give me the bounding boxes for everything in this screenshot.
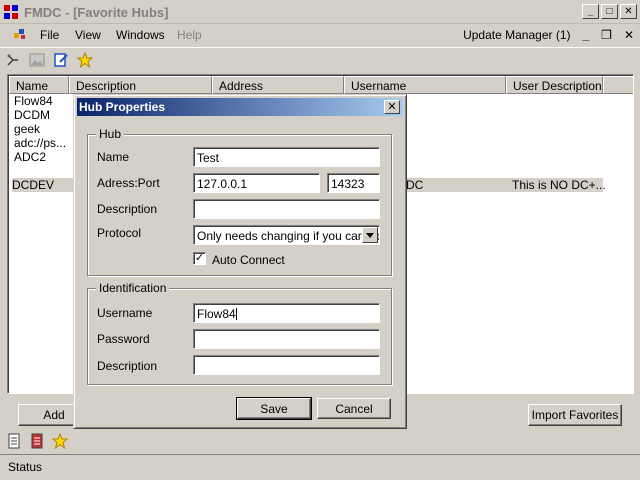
hub-user-description: This is NO DC+... [512,178,606,192]
hubs-tool-button[interactable] [4,51,22,69]
hub-name: DCDEV [12,178,55,192]
menu-windows[interactable]: Windows [116,28,165,42]
edit-document-icon [54,53,68,67]
column-user-description[interactable]: User Description [506,76,603,94]
name-field[interactable]: Test [193,147,380,167]
close-icon: ✕ [387,100,397,113]
check-mark-icon: ✓ [194,252,205,264]
port-field[interactable]: 14323 [327,173,380,193]
identification-description-label: Description [97,359,158,373]
column-description[interactable]: Description [69,76,212,94]
mdi-controls: Update Manager (1) _ ❐ ✕ [463,28,634,42]
protocol-dropdown-button[interactable] [362,227,378,243]
dialog-title: Hub Properties [79,100,166,114]
maximize-icon: □ [606,5,613,17]
red-document-icon[interactable] [29,433,45,449]
hub-icon [7,54,18,66]
update-manager-menu[interactable]: Update Manager (1) [463,28,570,42]
maximize-button[interactable]: □ [601,4,618,19]
window-title: FMDC - [Favorite Hubs] [24,5,169,20]
name-label: Name [97,150,130,164]
hub-group-label: Hub [96,127,125,141]
edit-tool-button[interactable] [52,51,70,69]
protocol-value: Only needs changing if you cant log [197,229,380,243]
hub-name: ADC2 [14,150,47,164]
main-window: FMDC - [Favorite Hubs] _ □ ✕ File View W… [0,0,640,480]
address-field[interactable]: 127.0.0.1 [193,173,320,193]
status-bar: Status [0,454,640,478]
hub-name: Flow84 [14,94,53,108]
minimize-button[interactable]: _ [582,4,599,19]
column-name[interactable]: Name [9,76,69,94]
hub-username: DC [406,178,424,192]
menu-bar: File View Windows Help Update Manager (1… [0,24,640,46]
star-icon[interactable] [52,433,68,449]
import-favorites-button[interactable]: Import Favorites [528,404,622,426]
favorites-tool-button[interactable] [76,51,94,69]
password-field[interactable] [193,329,380,349]
address-label: Adress:Port [97,176,160,190]
close-button[interactable]: ✕ [620,4,637,19]
auto-connect-label: Auto Connect [212,253,285,267]
image-tool-button[interactable] [28,51,46,69]
mdi-minimize-icon[interactable]: _ [582,28,589,42]
menu-view[interactable]: View [75,28,101,42]
description-field[interactable] [193,199,380,219]
menu-help[interactable]: Help [177,28,202,42]
title-bar[interactable]: FMDC - [Favorite Hubs] _ □ ✕ [0,0,640,24]
picture-icon [29,53,45,67]
mdi-restore-icon[interactable]: ❐ [601,28,612,42]
menu-file[interactable]: File [40,28,59,42]
column-filler [603,76,633,94]
protocol-label: Protocol [97,226,142,240]
star-icon [77,52,93,68]
close-icon: ✕ [624,5,633,17]
identification-group-label: Identification [96,281,170,295]
window-controls: _ □ ✕ [582,4,637,19]
column-username[interactable]: Username [344,76,506,94]
chevron-down-icon [366,232,374,238]
hub-name: geek [14,122,41,136]
dialog-close-button[interactable]: ✕ [384,100,400,114]
document-icon[interactable] [6,433,22,449]
status-text: Status [8,460,43,474]
save-button[interactable]: Save [236,397,312,420]
hub-properties-dialog: Hub Properties ✕ Hub Name Test Adress:Po… [73,94,407,429]
username-field[interactable]: Flow84 [193,303,380,323]
minimize-icon: _ [587,5,594,17]
bottom-icon-bar [0,432,640,452]
hub-name: adc://ps... [14,136,67,150]
toolbar [0,47,640,71]
app-icon[interactable] [3,4,19,20]
password-label: Password [97,332,150,346]
mdi-close-icon[interactable]: ✕ [624,28,634,42]
protocol-select[interactable]: Only needs changing if you cant log [193,225,380,245]
description-label: Description [97,202,158,216]
list-header: Name Description Address Username User D… [9,76,633,94]
hub-name: DCDM [14,108,50,122]
column-address[interactable]: Address [212,76,344,94]
identification-description-field[interactable] [193,355,380,375]
mdi-child-icon[interactable] [12,27,28,43]
cancel-button[interactable]: Cancel [317,398,391,419]
username-label: Username [97,306,153,320]
dialog-title-bar[interactable]: Hub Properties ✕ [77,98,403,116]
auto-connect-checkbox[interactable]: ✓ [193,252,206,265]
